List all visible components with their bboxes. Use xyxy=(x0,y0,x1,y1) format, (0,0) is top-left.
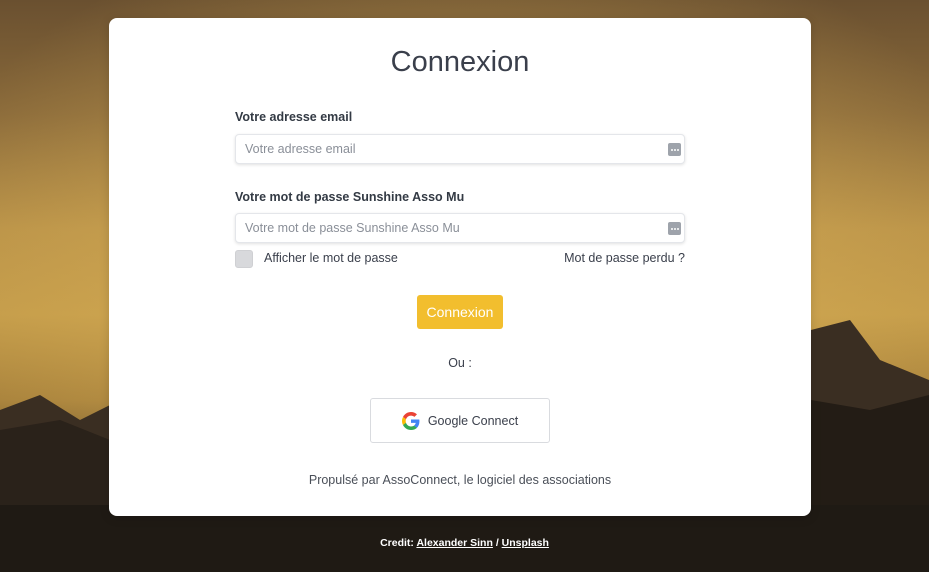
google-connect-button[interactable]: Google Connect xyxy=(370,398,550,443)
email-input[interactable] xyxy=(236,135,646,163)
email-label: Votre adresse email xyxy=(235,110,353,124)
login-card: Connexion Votre adresse email Votre mot … xyxy=(109,18,811,516)
credit-prefix: Credit: xyxy=(380,537,414,549)
photo-credit: Credit: Alexander Sinn / Unsplash xyxy=(0,537,929,549)
password-manager-icon[interactable] xyxy=(668,222,681,235)
email-field-wrapper xyxy=(235,134,685,164)
google-g-icon xyxy=(401,411,420,430)
password-input[interactable] xyxy=(236,214,646,242)
password-manager-icon[interactable] xyxy=(668,143,681,156)
password-field-wrapper xyxy=(235,213,685,243)
credit-separator: / xyxy=(495,537,499,549)
credit-source-link[interactable]: Unsplash xyxy=(502,537,549,549)
powered-by-text: Propulsé par AssoConnect, le logiciel de… xyxy=(308,473,612,487)
connexion-button[interactable]: Connexion xyxy=(417,295,503,329)
page-title: Connexion xyxy=(390,46,530,78)
show-password-label[interactable]: Afficher le mot de passe xyxy=(264,251,398,265)
password-label: Votre mot de passe Sunshine Asso Mu xyxy=(235,190,465,204)
show-password-checkbox[interactable] xyxy=(235,250,253,268)
separator-text: Ou : xyxy=(448,356,472,370)
google-connect-label: Google Connect xyxy=(427,413,519,428)
credit-author-link[interactable]: Alexander Sinn xyxy=(416,537,492,549)
lost-password-link[interactable]: Mot de passe perdu ? xyxy=(564,251,685,265)
